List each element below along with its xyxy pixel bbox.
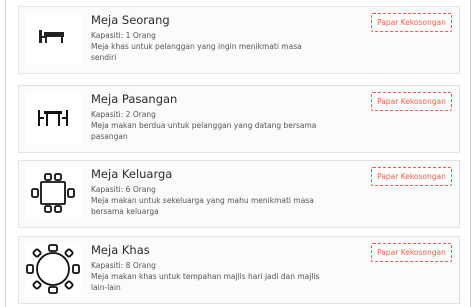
six-seat-table-icon [31, 173, 75, 213]
table-title: Meja Pasangan [91, 92, 178, 106]
round-table-icon [26, 244, 80, 294]
table-title: Meja Khas [91, 243, 150, 257]
table-card-khas: Meja Khas Kapasiti: 8 Orang Meja makan k… [18, 236, 460, 304]
table-description: Meja makan berdua untuk pelanggan yang d… [91, 121, 317, 141]
show-availability-button[interactable]: Papar Kekosongan [371, 167, 452, 186]
table-description: Meja makan untuk sekeluarga yang mahu me… [91, 196, 314, 216]
table-description: Meja khas untuk pelanggan yang ingin men… [91, 42, 302, 62]
table-title: Meja Keluarga [91, 167, 173, 181]
two-seat-table-icon [38, 110, 68, 126]
table-card-seorang: Meja Seorang Kapasiti: 1 Orang Meja khas… [18, 6, 460, 74]
table-capacity: Kapasiti: 8 Orang [91, 261, 156, 270]
show-availability-button[interactable]: Papar Kekosongan [371, 243, 452, 262]
table-capacity: Kapasiti: 6 Orang [91, 185, 156, 194]
table-title: Meja Seorang [91, 13, 170, 27]
table-image [25, 167, 81, 219]
table-image [25, 243, 81, 295]
table-capacity: Kapasiti: 2 Orang [91, 110, 156, 119]
table-card-pasangan: Meja Pasangan Kapasiti: 2 Orang Meja mak… [18, 85, 460, 153]
show-availability-button[interactable]: Papar Kekosongan [371, 13, 452, 32]
table-card-keluarga: Meja Keluarga Kapasiti: 6 Orang Meja mak… [18, 160, 460, 228]
show-availability-button[interactable]: Papar Kekosongan [371, 92, 452, 111]
table-description: Meja makan khas untuk tempahan majlis ha… [91, 272, 320, 292]
table-image [25, 13, 81, 65]
table-list-panel: Meja Seorang Kapasiti: 1 Orang Meja khas… [5, 0, 471, 307]
table-capacity: Kapasiti: 1 Orang [91, 31, 156, 40]
table-image [25, 92, 81, 144]
single-desk-icon [39, 30, 64, 43]
